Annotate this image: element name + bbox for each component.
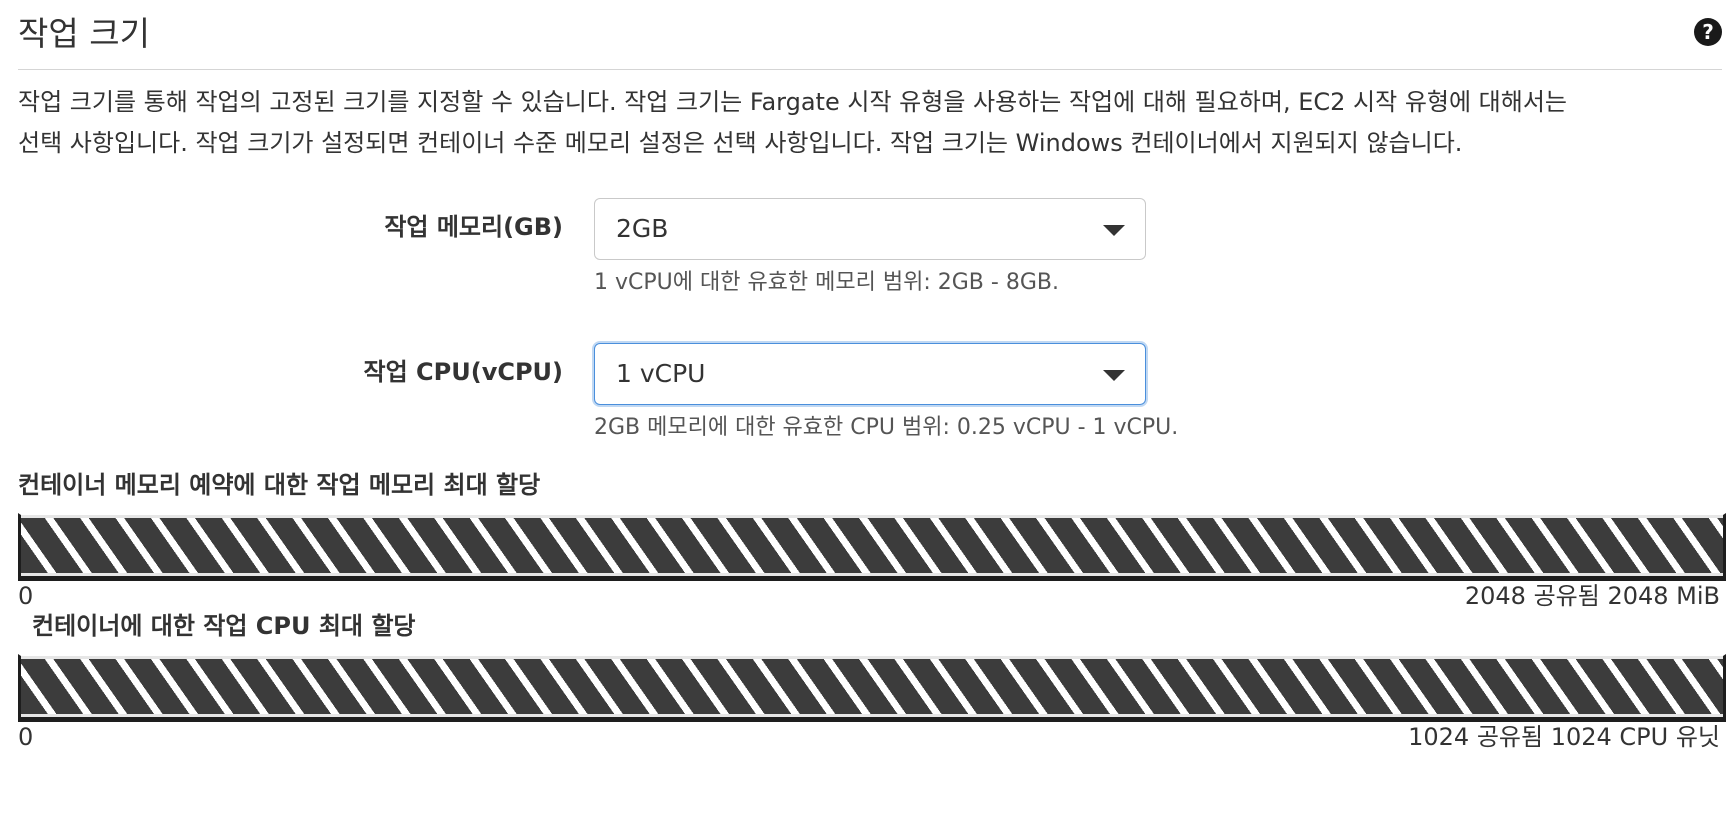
cpu-allocation-title: 컨테이너에 대한 작업 CPU 최대 할당 bbox=[32, 612, 416, 640]
description-line-1: 작업 크기를 통해 작업의 고정된 크기를 지정할 수 있습니다. 작업 크기는… bbox=[18, 88, 1568, 116]
cpu-allocation-max: 1024 공유됨 1024 CPU 유닛 bbox=[1408, 723, 1720, 751]
cpu-allocation-fill bbox=[21, 659, 1723, 714]
task-cpu-value: 1 vCPU bbox=[616, 359, 706, 388]
task-cpu-select[interactable]: 1 vCPU bbox=[594, 343, 1146, 405]
description-line-2: 선택 사항입니다. 작업 크기가 설정되면 컨테이너 수준 메모리 설정은 선택… bbox=[18, 129, 1463, 157]
section-title: 작업 크기 bbox=[18, 14, 150, 53]
section-header: 작업 크기 ? bbox=[18, 10, 1722, 70]
task-memory-value: 2GB bbox=[616, 214, 669, 243]
caret-down-icon bbox=[1103, 225, 1125, 236]
section-description: 작업 크기를 통해 작업의 고정된 크기를 지정할 수 있습니다. 작업 크기는… bbox=[18, 82, 1718, 164]
help-icon[interactable]: ? bbox=[1694, 18, 1722, 46]
memory-allocation-fill bbox=[21, 518, 1723, 573]
cpu-allocation-bar bbox=[18, 654, 1726, 722]
memory-allocation-title: 컨테이너 메모리 예약에 대한 작업 메모리 최대 할당 bbox=[18, 471, 541, 499]
task-size-panel: 작업 크기 ? 작업 크기를 통해 작업의 고정된 크기를 지정할 수 있습니다… bbox=[0, 0, 1736, 840]
task-memory-help: 1 vCPU에 대한 유효한 메모리 범위: 2GB - 8GB. bbox=[594, 270, 1059, 295]
cpu-allocation-min: 0 bbox=[18, 723, 34, 751]
caret-down-icon bbox=[1103, 370, 1125, 381]
memory-allocation-bar bbox=[18, 513, 1726, 581]
memory-allocation-min: 0 bbox=[18, 582, 34, 610]
memory-allocation-max: 2048 공유됨 2048 MiB bbox=[1464, 582, 1720, 610]
task-memory-label: 작업 메모리(GB) bbox=[384, 213, 563, 241]
task-cpu-help: 2GB 메모리에 대한 유효한 CPU 범위: 0.25 vCPU - 1 vC… bbox=[594, 415, 1179, 440]
task-cpu-label: 작업 CPU(vCPU) bbox=[363, 358, 563, 386]
task-memory-select[interactable]: 2GB bbox=[594, 198, 1146, 260]
